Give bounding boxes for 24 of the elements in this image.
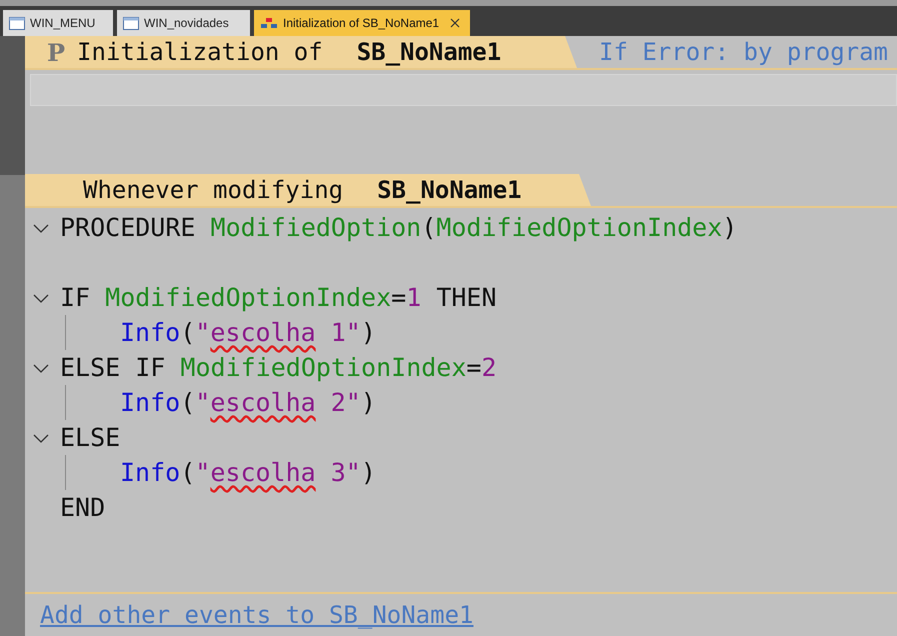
procedure-mark: P [47,38,66,66]
control-name: SB_NoName1 [356,38,502,66]
editor-tab[interactable]: Initialization of SB_NoName1 [254,10,470,36]
collapse-chevron-icon[interactable] [33,432,49,442]
editor-tab[interactable]: WIN_MENU [3,10,113,36]
code-line: END [60,493,106,522]
collapse-chevron-icon[interactable] [33,292,49,302]
event-title: Whenever modifying [83,176,344,204]
code-line: ELSE [60,423,120,452]
code-line: Info("escolha 1") [120,318,376,347]
code-line: Info("escolha 3") [120,458,376,487]
window-icon [9,16,25,30]
code-line: ELSE IF ModifiedOptionIndex=2 [60,353,497,382]
close-icon[interactable] [450,18,460,28]
control-name: SB_NoName1 [377,176,522,204]
code-line: PROCEDURE ModifiedOption(ModifiedOptionIndex) [60,213,738,242]
code-blocks-icon [260,17,278,29]
window-icon [123,16,139,30]
code-line: Info("escolha 2") [120,388,376,417]
collapse-chevron-icon[interactable] [33,222,49,232]
section-title: Initialization of [77,38,323,66]
collapse-chevron-icon[interactable] [33,362,49,372]
editor-tab[interactable]: WIN_novidades [117,10,250,36]
code-line: IF ModifiedOptionIndex=1 THEN [60,283,497,312]
